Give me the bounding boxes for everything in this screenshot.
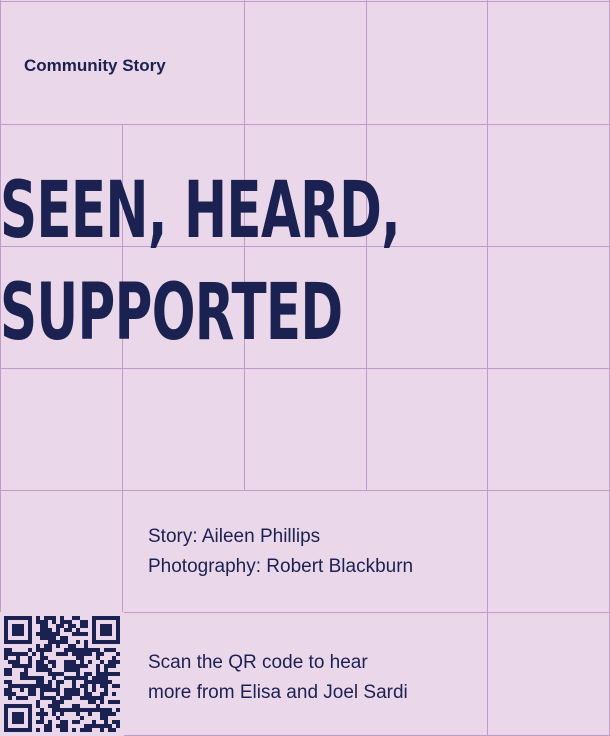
section-label: Community Story <box>24 56 166 75</box>
story-credit: Story: Aileen Phillips <box>148 526 321 547</box>
qr-caption-line-2: more from Elisa and Joel Sardi <box>148 682 408 703</box>
grid-line <box>0 490 610 491</box>
page-title: SEEN, HEARD, SUPPORTED <box>0 160 401 364</box>
qr-caption: Scan the QR code to hear more from Elisa… <box>148 648 408 708</box>
story-card: Community Story SEEN, HEARD, SUPPORTED S… <box>0 0 610 736</box>
credits: Story: Aileen Phillips Photography: Robe… <box>148 522 413 582</box>
qr-code-icon <box>0 612 124 736</box>
grid-line <box>0 124 610 125</box>
grid-line <box>0 368 610 369</box>
grid-line <box>0 1 610 2</box>
grid-line <box>487 0 488 736</box>
headline-line-1: SEEN, HEARD, <box>0 166 401 256</box>
photography-credit: Photography: Robert Blackburn <box>148 556 414 577</box>
qr-caption-line-1: Scan the QR code to hear <box>148 652 368 673</box>
headline-line-2: SUPPORTED <box>0 268 343 358</box>
